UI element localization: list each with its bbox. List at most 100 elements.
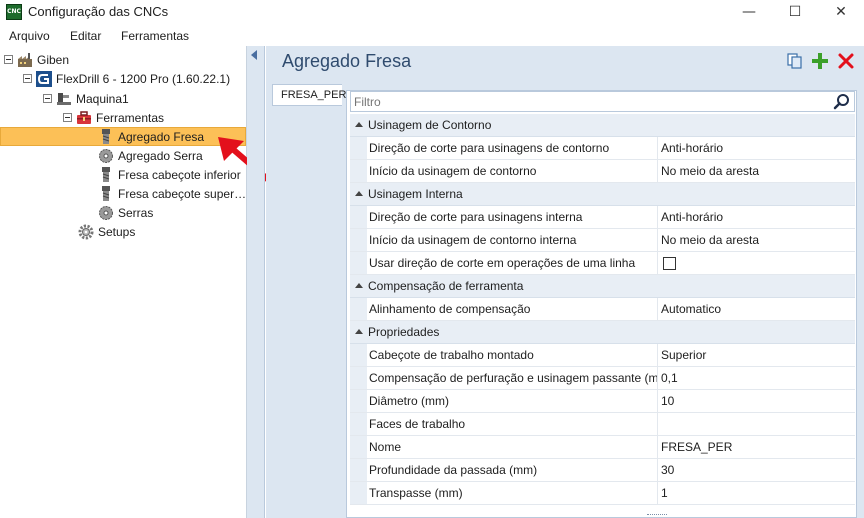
single-line-direction-checkbox[interactable] (663, 256, 676, 270)
property-name: Diâmetro (mm) (367, 390, 658, 412)
property-name: Transpasse (mm) (367, 482, 658, 504)
property-row[interactable]: Profundidade da passada (mm) 30 (350, 459, 855, 482)
collapse-icon[interactable] (23, 74, 32, 83)
add-icon[interactable] (811, 52, 829, 70)
property-grid: Usinagem de Contorno Direção de corte pa… (346, 90, 857, 518)
category-usinagem-interna[interactable]: Usinagem Interna (350, 183, 855, 206)
tree-label: Agregado Fresa (118, 129, 205, 144)
category-usinagem-contorno[interactable]: Usinagem de Contorno (350, 114, 855, 137)
property-row[interactable]: Diâmetro (mm) 10 (350, 390, 855, 413)
tree-label: Ferramentas (96, 110, 165, 125)
property-name: Início da usinagem de contorno interna (367, 229, 658, 251)
property-value[interactable]: Superior (658, 344, 855, 366)
machine-icon (57, 92, 71, 105)
property-row[interactable]: Faces de trabalho (350, 413, 855, 436)
milling-tool-icon (102, 128, 110, 144)
copy-icon[interactable] (786, 52, 804, 70)
saw-blade-icon (99, 148, 113, 163)
property-rows: Usinagem de Contorno Direção de corte pa… (350, 114, 855, 505)
property-value[interactable]: Anti-horário (658, 137, 855, 159)
collapse-caret-icon[interactable] (350, 183, 368, 206)
tree-label: Giben (37, 52, 70, 67)
tree-node-ferramentas[interactable]: Ferramentas (63, 108, 164, 127)
property-name: Alinhamento de compensação (367, 298, 658, 320)
title-bar: CNC Configuração das CNCs — ☐ ✕ (0, 0, 864, 24)
gear-icon (78, 224, 94, 239)
collapse-caret-icon[interactable] (350, 275, 368, 298)
property-row[interactable]: Direção de corte para usinagens interna … (350, 206, 855, 229)
property-row[interactable]: Compensação de perfuração e usinagem pas… (350, 367, 855, 390)
property-row[interactable]: Início da usinagem de contorno interna N… (350, 229, 855, 252)
property-value[interactable]: 1 (658, 482, 855, 504)
tree-label: FlexDrill 6 - 1200 Pro (1.60.22.1) (56, 71, 231, 86)
milling-tool-icon (102, 166, 110, 182)
property-row[interactable]: Usar direção de corte em operações de um… (350, 252, 855, 275)
property-row[interactable]: Cabeçote de trabalho montado Superior (350, 344, 855, 367)
collapse-icon[interactable] (63, 113, 72, 122)
minimize-button[interactable]: — (726, 0, 772, 24)
close-button[interactable]: ✕ (818, 0, 864, 24)
property-name: Cabeçote de trabalho montado (367, 344, 658, 366)
tree-label: Setups (98, 224, 136, 239)
tree-node-agregado-serra[interactable]: Agregado Serra (98, 146, 203, 165)
tree-node-machine[interactable]: FlexDrill 6 - 1200 Pro (1.60.22.1) (23, 69, 230, 88)
tree-label: Serras (118, 205, 154, 220)
tree-node-setups[interactable]: Setups (78, 222, 135, 241)
property-row[interactable]: Transpasse (mm) 1 (350, 482, 855, 505)
toolbox-icon (77, 110, 91, 124)
filter-input[interactable] (354, 94, 824, 110)
filter-box (350, 91, 855, 112)
menu-ferramentas[interactable]: Ferramentas (121, 29, 189, 43)
collapse-icon[interactable] (4, 55, 13, 64)
tree-node-giben[interactable]: Giben (4, 50, 69, 69)
property-value[interactable]: Automatico (658, 298, 855, 320)
saw-blade-icon (99, 205, 113, 220)
menu-editar[interactable]: Editar (70, 29, 101, 43)
property-value[interactable]: FRESA_PER (658, 436, 855, 458)
property-row[interactable]: Nome FRESA_PER (350, 436, 855, 459)
properties-pane: Agregado Fresa FRESA_PER Usinagem de Con… (266, 46, 864, 518)
property-row[interactable]: Direção de corte para usinagens de conto… (350, 137, 855, 160)
tree-label: Agregado Serra (118, 148, 203, 163)
milling-tool-icon (102, 185, 110, 201)
property-value[interactable]: 10 (658, 390, 855, 412)
window-title: Configuração das CNCs (28, 4, 169, 19)
category-label: Compensação de ferramenta (368, 279, 524, 293)
property-value[interactable]: 30 (658, 459, 855, 481)
property-value[interactable]: Anti-horário (658, 206, 855, 228)
property-value[interactable]: No meio da aresta (658, 160, 855, 182)
category-label: Usinagem de Contorno (368, 118, 492, 132)
property-value (658, 252, 855, 274)
cnc-app-icon: CNC (6, 4, 22, 20)
property-row[interactable]: Início da usinagem de contorno No meio d… (350, 160, 855, 183)
property-name: Direção de corte para usinagens interna (367, 206, 658, 228)
property-value[interactable]: 0,1 (658, 367, 855, 389)
collapse-caret-icon[interactable] (350, 321, 368, 344)
category-propriedades[interactable]: Propriedades (350, 321, 855, 344)
category-compensacao[interactable]: Compensação de ferramenta (350, 275, 855, 298)
collapse-arrow-icon[interactable] (251, 50, 257, 60)
category-label: Propriedades (368, 325, 440, 339)
resize-grip[interactable] (647, 514, 667, 517)
maximize-button[interactable]: ☐ (772, 0, 818, 24)
property-value[interactable]: No meio da aresta (658, 229, 855, 251)
menu-arquivo[interactable]: Arquivo (9, 29, 50, 43)
tab-fresa-per[interactable]: FRESA_PER (272, 84, 346, 106)
menu-bar: Arquivo Editar Ferramentas (0, 26, 864, 46)
property-row[interactable]: Alinhamento de compensação Automatico (350, 298, 855, 321)
property-name: Faces de trabalho (367, 413, 658, 435)
delete-icon[interactable] (837, 52, 855, 70)
property-value[interactable] (658, 413, 855, 435)
property-name: Direção de corte para usinagens de conto… (367, 137, 658, 159)
panel-splitter[interactable] (247, 46, 265, 518)
collapse-caret-icon[interactable] (350, 114, 368, 137)
tree-node-maquina1[interactable]: Maquina1 (43, 89, 129, 108)
category-label: Usinagem Interna (368, 187, 463, 201)
tab-strip (272, 106, 342, 518)
tree-label: Maquina1 (76, 91, 129, 106)
factory-icon (18, 52, 32, 67)
collapse-icon[interactable] (43, 94, 52, 103)
tree-node-serras[interactable]: Serras (98, 203, 153, 222)
page-title: Agregado Fresa (282, 51, 412, 71)
search-icon[interactable] (833, 93, 851, 111)
